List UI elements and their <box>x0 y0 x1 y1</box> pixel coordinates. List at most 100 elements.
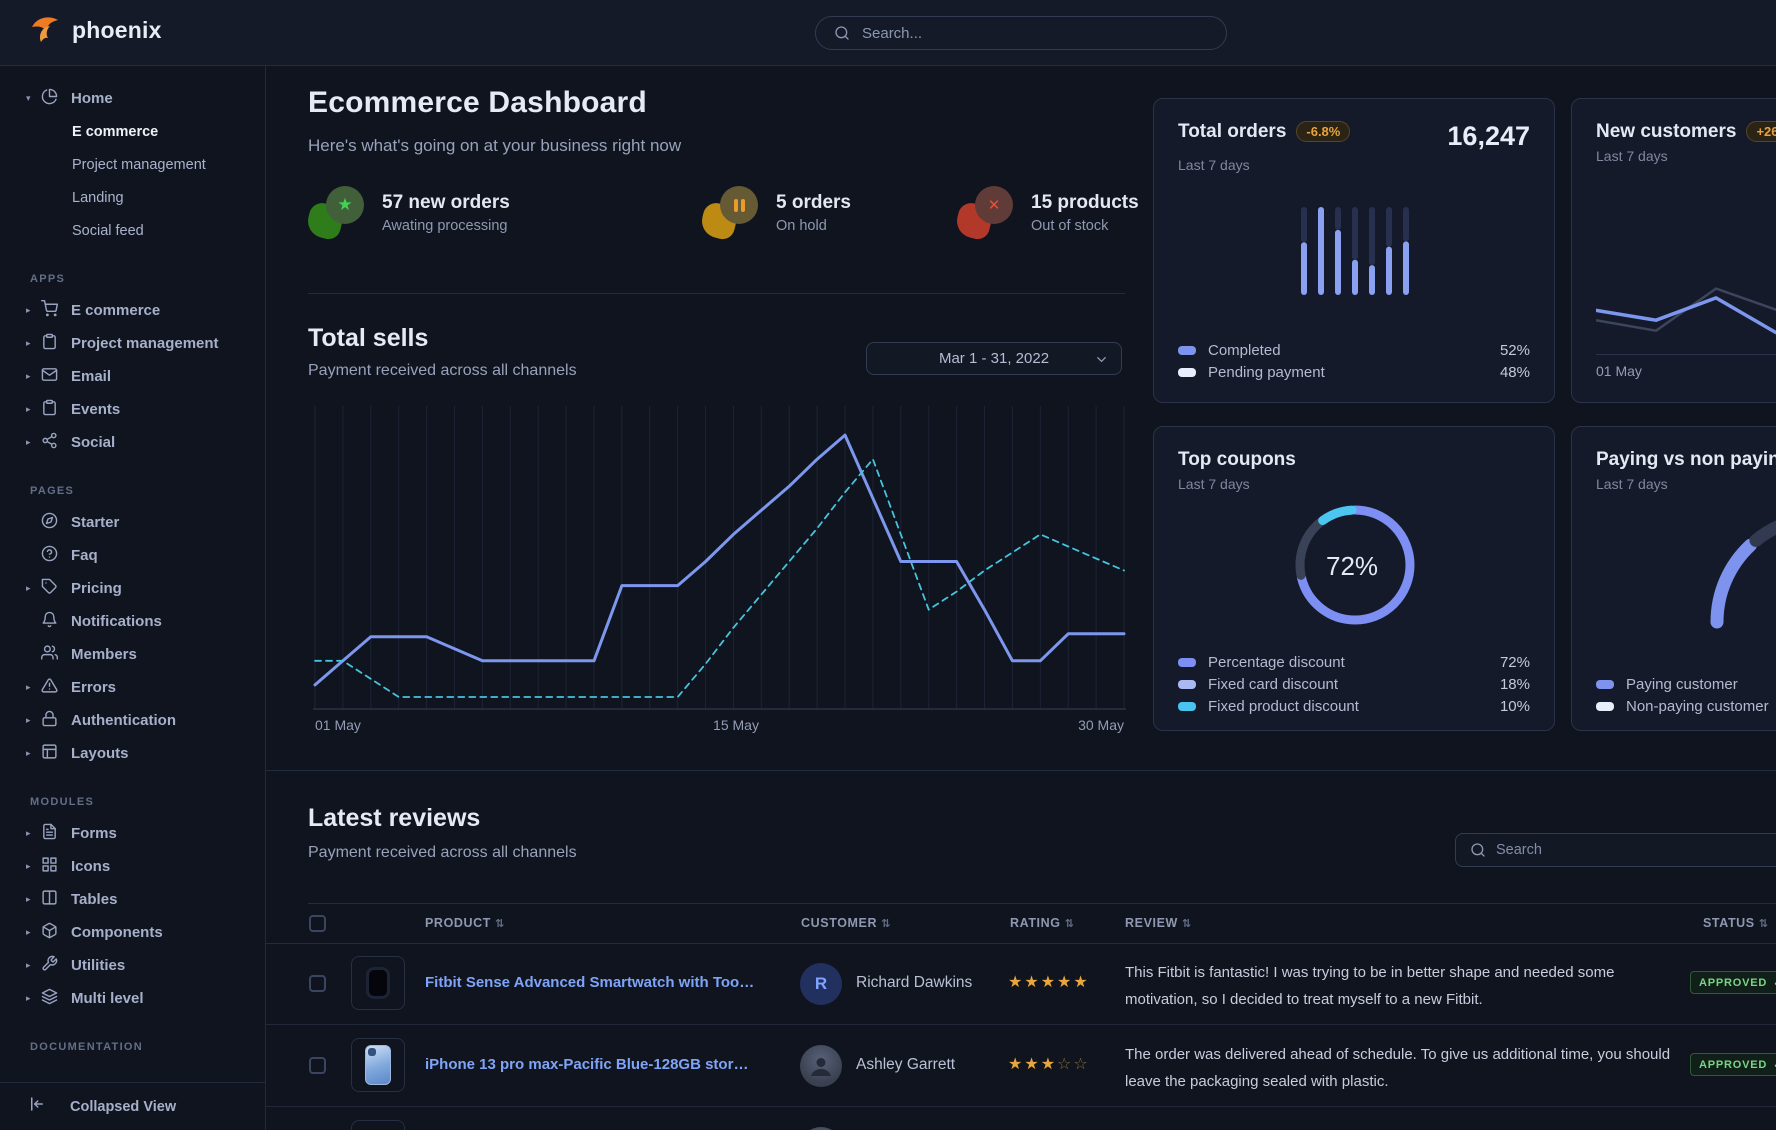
column-header-status[interactable]: STATUS⇅ <box>1703 916 1769 930</box>
legend-swatch <box>1178 680 1196 689</box>
row-checkbox[interactable] <box>309 975 326 992</box>
total-orders-value: 16,247 <box>1447 121 1530 152</box>
date-range-value: Mar 1 - 31, 2022 <box>939 350 1049 367</box>
global-search[interactable] <box>815 16 1227 50</box>
stat-caption: Out of stock <box>1031 218 1139 234</box>
stat-success: ★ 57 new orders Awating processing <box>308 186 510 240</box>
sidebar-item-members[interactable]: Members <box>0 638 265 671</box>
stat-value: 15 products <box>1031 192 1139 214</box>
review-row[interactable]: It's a Mac, after all. Once you've gone … <box>266 1107 1776 1130</box>
svg-text:15 May: 15 May <box>713 717 759 733</box>
sidebar-item-label: Pricing <box>71 580 122 597</box>
divider <box>308 293 1125 294</box>
sidebar-item-project-management[interactable]: Project management <box>0 148 265 181</box>
sort-icon: ⇅ <box>495 918 505 930</box>
sidebar: ▾HomeE commerceProject managementLanding… <box>0 66 266 1130</box>
column-header-review[interactable]: REVIEW⇅ <box>1125 916 1192 930</box>
sidebar-item-landing[interactable]: Landing <box>0 181 265 214</box>
product-link[interactable]: iPhone 13 pro max-Pacific Blue-128GB sto… <box>425 1056 755 1073</box>
star-icon: ★ <box>337 195 352 215</box>
legend-row: Fixed card discount 18% <box>1178 673 1530 695</box>
legend-swatch <box>1178 368 1196 377</box>
card-title: New customers <box>1596 121 1736 143</box>
phoenix-logo-icon <box>28 14 62 46</box>
product-thumbnail <box>351 956 405 1010</box>
column-header-rating[interactable]: RATING⇅ <box>1010 916 1074 930</box>
pie-chart-icon <box>41 88 59 110</box>
sidebar-item-label: Home <box>71 90 113 107</box>
sidebar-item-label: Icons <box>71 858 110 875</box>
sidebar-item-components[interactable]: ▸Components <box>0 916 265 949</box>
caret-right-icon: ▸ <box>26 682 41 693</box>
x-axis-label: 01 May <box>1596 363 1642 379</box>
sidebar-item-tables[interactable]: ▸Tables <box>0 883 265 916</box>
brand-name: phoenix <box>72 17 162 44</box>
sidebar-item-project-management[interactable]: ▸Project management <box>0 327 265 360</box>
svg-text:01 May: 01 May <box>315 717 361 733</box>
sidebar-item-social-feed[interactable]: Social feed <box>0 214 265 247</box>
paying-legend: Paying customer Non-paying customer <box>1596 673 1776 717</box>
sidebar-item-icons[interactable]: ▸ Icons <box>0 850 265 883</box>
search-icon <box>834 25 850 41</box>
sidebar-item-e-commerce[interactable]: E commerce <box>0 115 265 148</box>
review-row[interactable]: iPhone 13 pro max-Pacific Blue-128GB sto… <box>266 1025 1776 1107</box>
sidebar-item-label: Project management <box>71 335 219 352</box>
page-subtitle: Here's what's going on at your business … <box>308 136 681 156</box>
sidebar-item-email[interactable]: ▸Email <box>0 360 265 393</box>
global-search-input[interactable] <box>862 25 1208 42</box>
reviews-search[interactable] <box>1455 833 1776 867</box>
top-coupons-legend: Percentage discount 72% Fixed card disco… <box>1178 651 1530 717</box>
sidebar-item-home[interactable]: ▾ Home <box>0 82 265 115</box>
sidebar-item-starter[interactable]: Starter <box>0 506 265 539</box>
card-period: Last 7 days <box>1596 148 1776 164</box>
date-range-select[interactable]: Mar 1 - 31, 2022 <box>866 342 1122 375</box>
sidebar-item-faq[interactable]: Faq <box>0 539 265 572</box>
caret-right-icon: ▸ <box>26 583 41 594</box>
sidebar-item-utilities[interactable]: ▸Utilities <box>0 949 265 982</box>
brand-logo[interactable]: phoenix <box>28 14 162 46</box>
sidebar-item-multi-level[interactable]: ▸Multi level <box>0 982 265 1015</box>
stat-icon: ★ <box>308 186 364 240</box>
caret-down-icon: ▾ <box>26 93 41 104</box>
review-row[interactable]: Fitbit Sense Advanced Smartwatch with To… <box>266 943 1776 1025</box>
reviews-search-input[interactable] <box>1496 842 1776 858</box>
sidebar-item-notifications[interactable]: Notifications <box>0 605 265 638</box>
sidebar-item-authentication[interactable]: ▸Authentication <box>0 704 265 737</box>
collapse-view-label: Collapsed View <box>70 1099 176 1115</box>
layers-icon <box>41 988 59 1010</box>
status-badge: APPROVED ✓ <box>1690 971 1776 994</box>
sidebar-item-layouts[interactable]: ▸Layouts <box>0 737 265 770</box>
caret-right-icon: ▸ <box>26 861 41 872</box>
select-all-checkbox[interactable] <box>309 915 326 932</box>
sidebar-item-label: Forms <box>71 825 117 842</box>
sidebar-item-social[interactable]: ▸Social <box>0 426 265 459</box>
legend-row: Completed 52% <box>1178 339 1530 361</box>
collapse-view-button[interactable]: Collapsed View <box>0 1082 265 1130</box>
sort-icon: ⇅ <box>1182 918 1192 930</box>
sidebar-section-label: APPS <box>30 273 265 285</box>
product-link[interactable]: Fitbit Sense Advanced Smartwatch with To… <box>425 974 755 991</box>
donut-center-label: 72% <box>1326 551 1378 582</box>
grid-icon <box>41 856 59 878</box>
column-header-customer[interactable]: CUSTOMER⇅ <box>801 916 891 930</box>
sidebar-item-label: Tables <box>71 891 117 908</box>
sidebar-item-errors[interactable]: ▸Errors <box>0 671 265 704</box>
card-title: Total orders <box>1178 121 1286 143</box>
new-customers-line-chart <box>1596 267 1776 347</box>
columns-icon <box>41 889 59 911</box>
sidebar-item-events[interactable]: ▸Events <box>0 393 265 426</box>
bell-icon <box>41 611 59 633</box>
sidebar-item-pricing[interactable]: ▸ Pricing <box>0 572 265 605</box>
legend-value: 52% <box>1500 342 1530 359</box>
sidebar-item-e-commerce[interactable]: ▸E commerce <box>0 294 265 327</box>
legend-swatch <box>1596 702 1614 711</box>
total-orders-card: Total orders -6.8% 16,247 Last 7 days Co… <box>1153 98 1555 403</box>
caret-right-icon: ▸ <box>26 748 41 759</box>
column-header-product[interactable]: PRODUCT⇅ <box>425 916 505 930</box>
sidebar-item-forms[interactable]: ▸Forms <box>0 817 265 850</box>
row-checkbox[interactable] <box>309 1057 326 1074</box>
legend-label: Completed <box>1208 342 1281 359</box>
sidebar-item-label: Social <box>71 434 115 451</box>
legend-value: 10% <box>1500 698 1530 715</box>
sidebar-item-label: Notifications <box>71 613 162 630</box>
